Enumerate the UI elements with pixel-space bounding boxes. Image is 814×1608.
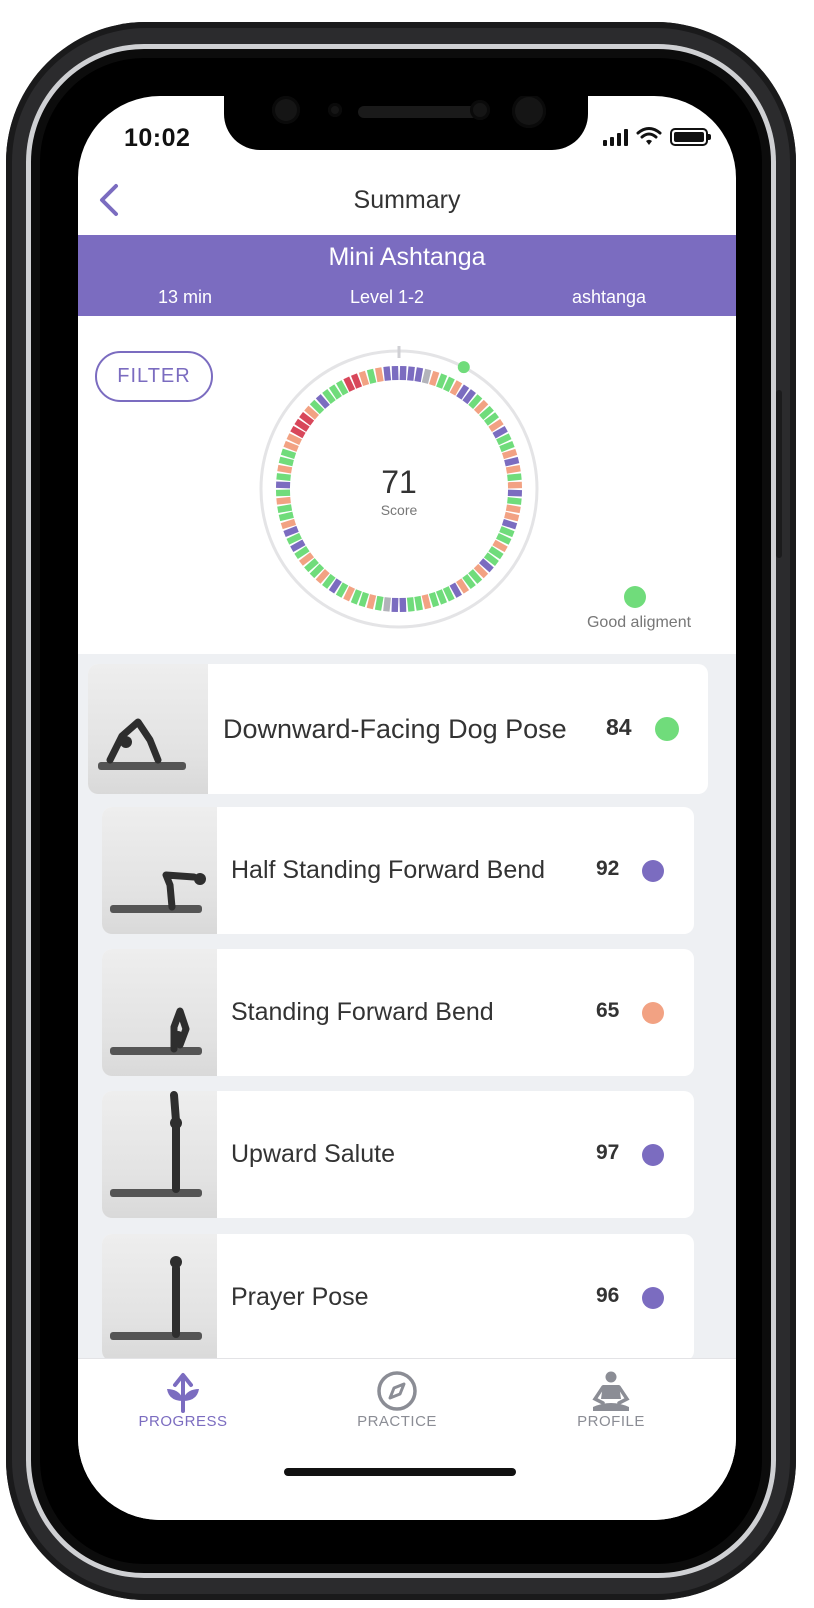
pose-list: Downward-Facing Dog Pose 84 Half Standin…	[78, 654, 736, 1364]
power-button	[776, 390, 782, 558]
ring-segment	[391, 597, 399, 613]
pose-status-dot	[642, 1287, 664, 1309]
pose-card[interactable]: Half Standing Forward Bend 92	[102, 807, 694, 934]
pose-thumbnail	[88, 664, 208, 794]
legend-dot	[624, 586, 646, 608]
session-duration: 13 min	[158, 287, 213, 307]
session-level: Level 1-2	[350, 287, 425, 307]
pose-card[interactable]: Standing Forward Bend 65	[102, 949, 694, 1076]
tab-label: PRACTICE	[357, 1413, 437, 1430]
speaker-grille	[358, 106, 478, 118]
battery-icon	[670, 128, 711, 146]
filter-button[interactable]: FILTER	[95, 351, 213, 402]
pose-figure-icon	[106, 718, 162, 764]
sensor-icon	[272, 96, 300, 124]
pose-thumbnail	[102, 1091, 217, 1218]
pose-score: 65	[596, 999, 620, 1022]
status-time: 10:02	[124, 124, 191, 152]
pose-status-dot	[642, 1002, 664, 1024]
ring-segment	[383, 366, 392, 381]
status-icons	[603, 126, 711, 146]
ring-segment	[374, 595, 384, 611]
pose-score: 92	[596, 857, 620, 880]
sprout-icon	[167, 1373, 199, 1413]
tab-label: PROFILE	[577, 1413, 645, 1430]
session-banner: Mini Ashtanga 13 min Level 1-2 ashtanga	[78, 235, 736, 316]
face-id-icon	[512, 96, 546, 128]
session-title: Mini Ashtanga	[328, 243, 486, 271]
score-label: Score	[380, 502, 418, 518]
pose-name: Half Standing Forward Bend	[231, 856, 546, 884]
pose-score: 84	[606, 714, 632, 740]
pose-card[interactable]: Downward-Facing Dog Pose 84	[88, 664, 708, 794]
pose-thumbnail	[102, 949, 217, 1076]
tab-bar: PROGRESS PRACTICE PROFILE	[78, 1358, 736, 1520]
score-value: 71	[381, 464, 417, 500]
ring-segment	[414, 367, 424, 383]
tab-label: PROGRESS	[138, 1413, 228, 1430]
home-indicator	[284, 1468, 516, 1476]
pose-card[interactable]: Upward Salute 97	[102, 1091, 694, 1218]
ring-segment	[399, 597, 407, 613]
legend-label: Good aligment	[586, 614, 692, 631]
pose-figure-icon	[170, 1091, 182, 1193]
compass-icon	[377, 1371, 417, 1411]
phone-screen: 10:02 Summary Mini Ashtanga 13 min Level…	[78, 96, 736, 1520]
cellular-signal-icon	[603, 128, 628, 146]
notch	[224, 96, 588, 150]
pose-name: Downward-Facing Dog Pose	[223, 714, 567, 744]
pose-score: 96	[596, 1284, 620, 1307]
ring-segment	[391, 365, 399, 381]
ring-progress-dot	[457, 361, 470, 374]
pose-status-dot	[642, 1144, 664, 1166]
pose-figure-icon	[170, 1007, 190, 1053]
pose-thumbnail	[102, 1234, 217, 1361]
pose-name: Standing Forward Bend	[231, 998, 494, 1026]
meditation-icon	[592, 1371, 630, 1411]
ring-segment	[406, 597, 415, 612]
front-camera-icon	[470, 100, 490, 120]
ring-segment	[414, 595, 423, 611]
wifi-icon	[636, 127, 662, 145]
pose-name: Prayer Pose	[231, 1283, 369, 1311]
pose-status-dot	[642, 860, 664, 882]
session-style: ashtanga	[572, 287, 647, 307]
ring-segment	[407, 366, 415, 381]
pose-card[interactable]: Prayer Pose 96	[102, 1234, 694, 1361]
pose-score: 97	[596, 1141, 620, 1164]
pose-figure-icon	[170, 1256, 182, 1338]
pose-status-dot	[655, 717, 679, 741]
pose-name: Upward Salute	[231, 1140, 395, 1168]
pose-thumbnail	[102, 807, 217, 934]
ring-segment	[375, 367, 384, 383]
proximity-sensor-icon	[328, 103, 342, 117]
ring-segment	[383, 597, 391, 612]
pose-figure-icon	[162, 871, 206, 911]
page-title: Summary	[353, 186, 461, 214]
ring-segment	[399, 365, 407, 381]
